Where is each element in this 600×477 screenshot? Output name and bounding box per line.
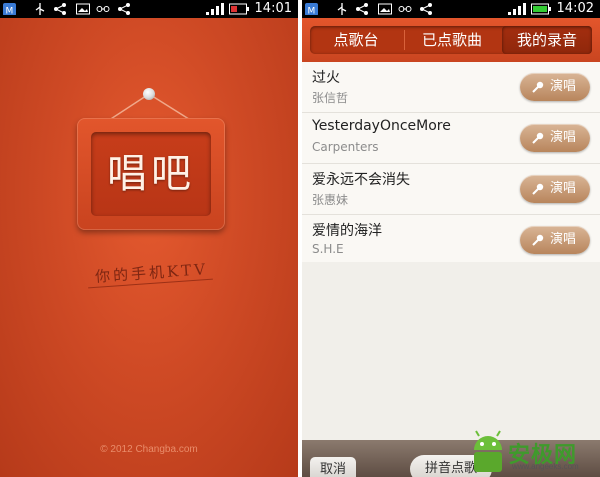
app-notification-icon: M	[305, 3, 318, 16]
microphone-icon	[532, 132, 544, 144]
microphone-icon	[532, 183, 544, 195]
logo-board: 唱吧	[77, 118, 225, 230]
list-item[interactable]: YesterdayOnceMore Carpenters 演唱	[302, 113, 600, 164]
usb-icon	[337, 3, 347, 15]
share-icon	[420, 3, 432, 15]
song-artist: Carpenters	[312, 140, 379, 154]
list-empty-area	[302, 262, 600, 440]
hanging-string	[99, 93, 201, 127]
cancel-button[interactable]: 取消	[310, 457, 356, 477]
song-title: 爱永远不会消失	[312, 172, 410, 188]
copyright: © 2012 Changba.com	[100, 444, 198, 455]
sing-button[interactable]: 演唱	[520, 175, 590, 203]
status-time: 14:02	[556, 1, 594, 16]
sing-button-label: 演唱	[550, 232, 577, 247]
tab-divider	[404, 30, 405, 50]
logo-board-inner: 唱吧	[91, 132, 211, 216]
android-logo-icon	[474, 430, 502, 472]
signal-icon	[508, 3, 526, 15]
watermark-url: www.angeeks.com	[512, 462, 579, 471]
microphone-icon	[532, 234, 544, 246]
image-icon	[378, 3, 392, 15]
sing-button-label: 演唱	[550, 130, 577, 145]
list-item[interactable]: 爱永远不会消失 张惠妹 演唱	[302, 164, 600, 215]
song-title: YesterdayOnceMore	[312, 118, 451, 134]
battery-charging-icon	[531, 3, 551, 15]
tab-group: 点歌台 已点歌曲 我的录音	[310, 26, 592, 54]
song-title: 过火	[312, 70, 340, 86]
sing-button[interactable]: 演唱	[520, 73, 590, 101]
song-artist: 张惠妹	[312, 193, 349, 207]
app-logo-text: 唱吧	[107, 151, 195, 197]
microphone-icon	[532, 81, 544, 93]
pin-icon	[143, 88, 155, 100]
svg-text:M: M	[308, 7, 316, 16]
song-list-screen: M 14:02 点歌台 已点歌曲 我的录音 过火 张信哲 演唱 Yesterda…	[302, 0, 600, 477]
link-icon	[398, 6, 412, 12]
list-item[interactable]: 爱情的海洋 S.H.E 演唱	[302, 215, 600, 266]
list-item[interactable]: 过火 张信哲 演唱	[302, 62, 600, 113]
sing-button[interactable]: 演唱	[520, 124, 590, 152]
song-artist: 张信哲	[312, 91, 349, 105]
share-icon	[356, 3, 368, 15]
splash-screen: M 14:01 唱吧 你的手机KTV © 2012 Changba.com	[0, 0, 298, 477]
song-title: 爱情的海洋	[312, 223, 382, 239]
song-list: 过火 张信哲 演唱 YesterdayOnceMore Carpenters 演…	[302, 62, 600, 266]
sing-button[interactable]: 演唱	[520, 226, 590, 254]
status-bar: M 14:02	[302, 0, 600, 18]
tab-song-station[interactable]: 点歌台	[310, 26, 402, 54]
song-artist: S.H.E	[312, 242, 344, 256]
tab-my-recordings[interactable]: 我的录音	[502, 26, 592, 54]
top-tab-bar: 点歌台 已点歌曲 我的录音	[302, 18, 600, 62]
tab-selected-songs[interactable]: 已点歌曲	[406, 26, 498, 54]
sing-button-label: 演唱	[550, 79, 577, 94]
sing-button-label: 演唱	[550, 181, 577, 196]
